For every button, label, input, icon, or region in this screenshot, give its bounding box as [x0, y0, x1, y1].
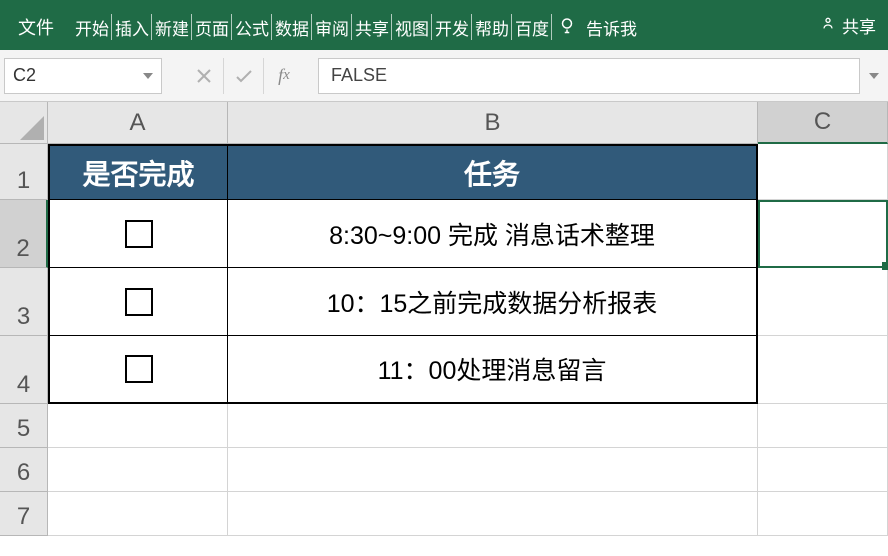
- col-header-c[interactable]: C: [758, 102, 888, 144]
- row-header-2[interactable]: 2: [0, 200, 48, 268]
- rows: 1 是否完成 任务 2 8:30~9:00 完成 消息话术整理 3 10：15之…: [0, 144, 888, 536]
- checkbox-icon[interactable]: [125, 220, 153, 248]
- share-button[interactable]: 共享: [820, 0, 876, 50]
- row-header-3[interactable]: 3: [0, 268, 48, 336]
- tab-new[interactable]: 新建: [152, 4, 192, 50]
- tab-insert[interactable]: 插入: [112, 4, 152, 50]
- row-5: 5: [0, 404, 888, 448]
- share-label: 共享: [842, 13, 876, 38]
- fx-controls: fx: [184, 58, 304, 94]
- cell-b3[interactable]: 10：15之前完成数据分析报表: [228, 268, 758, 336]
- tab-review[interactable]: 审阅: [312, 4, 352, 50]
- tab-formula[interactable]: 公式: [232, 4, 272, 50]
- cell-c1[interactable]: [758, 144, 888, 200]
- sheet: A B C 1 是否完成 任务 2 8:30~9:00 完成 消息话术整理 3: [0, 102, 888, 556]
- name-box-value: C2: [13, 65, 36, 86]
- formula-value: FALSE: [331, 65, 387, 86]
- tab-view[interactable]: 视图: [392, 4, 432, 50]
- fx-button[interactable]: fx: [264, 58, 304, 94]
- formula-input[interactable]: FALSE: [318, 58, 860, 94]
- row-header-4[interactable]: 4: [0, 336, 48, 404]
- cell-a5[interactable]: [48, 404, 228, 448]
- col-header-a[interactable]: A: [48, 102, 228, 144]
- name-box[interactable]: C2: [4, 58, 162, 94]
- row-4: 4 11：00处理消息留言: [0, 336, 888, 404]
- column-headers: A B C: [0, 102, 888, 144]
- row-header-7[interactable]: 7: [0, 492, 48, 536]
- tab-data[interactable]: 数据: [272, 4, 312, 50]
- cell-b7[interactable]: [228, 492, 758, 536]
- cell-a6[interactable]: [48, 448, 228, 492]
- cell-b2[interactable]: 8:30~9:00 完成 消息话术整理: [228, 200, 758, 268]
- cell-c3[interactable]: [758, 268, 888, 336]
- cell-a1[interactable]: 是否完成: [48, 144, 228, 200]
- cell-a3[interactable]: [48, 268, 228, 336]
- cell-c6[interactable]: [758, 448, 888, 492]
- tab-page[interactable]: 页面: [192, 4, 232, 50]
- cell-b5[interactable]: [228, 404, 758, 448]
- cell-c4[interactable]: [758, 336, 888, 404]
- cancel-button[interactable]: [184, 58, 224, 94]
- tab-share[interactable]: 共享: [352, 4, 392, 50]
- cell-c7[interactable]: [758, 492, 888, 536]
- tab-help[interactable]: 帮助: [472, 4, 512, 50]
- tab-home[interactable]: 开始: [72, 4, 112, 50]
- row-1: 1 是否完成 任务: [0, 144, 888, 200]
- enter-button[interactable]: [224, 58, 264, 94]
- cell-a2[interactable]: [48, 200, 228, 268]
- cell-c2[interactable]: [758, 200, 888, 268]
- cell-b6[interactable]: [228, 448, 758, 492]
- checkbox-icon[interactable]: [125, 355, 153, 383]
- checkbox-icon[interactable]: [125, 288, 153, 316]
- tell-me[interactable]: 告诉我: [558, 15, 637, 40]
- row-3: 3 10：15之前完成数据分析报表: [0, 268, 888, 336]
- row-header-1[interactable]: 1: [0, 144, 48, 200]
- ribbon-tabs: 文件 开始 插入 新建 页面 公式 数据 审阅 共享 视图 开发 帮助 百度 告…: [0, 4, 637, 50]
- row-header-5[interactable]: 5: [0, 404, 48, 448]
- row-2: 2 8:30~9:00 完成 消息话术整理: [0, 200, 888, 268]
- cell-c5[interactable]: [758, 404, 888, 448]
- tab-baidu[interactable]: 百度: [512, 4, 552, 50]
- formula-bar: C2 fx FALSE: [0, 50, 888, 102]
- row-6: 6: [0, 448, 888, 492]
- formula-expand[interactable]: [866, 64, 882, 88]
- bulb-icon: [558, 16, 576, 39]
- cell-b1[interactable]: 任务: [228, 144, 758, 200]
- tell-me-label: 告诉我: [586, 15, 637, 40]
- tab-file[interactable]: 文件: [0, 4, 72, 50]
- cell-a7[interactable]: [48, 492, 228, 536]
- row-7: 7: [0, 492, 888, 536]
- cell-b4[interactable]: 11：00处理消息留言: [228, 336, 758, 404]
- ribbon: 文件 开始 插入 新建 页面 公式 数据 审阅 共享 视图 开发 帮助 百度 告…: [0, 0, 888, 50]
- cell-a4[interactable]: [48, 336, 228, 404]
- select-all-corner[interactable]: [0, 102, 48, 144]
- tab-dev[interactable]: 开发: [432, 4, 472, 50]
- col-header-b[interactable]: B: [228, 102, 758, 144]
- name-box-dropdown[interactable]: [135, 59, 161, 93]
- share-icon: [820, 15, 836, 36]
- row-header-6[interactable]: 6: [0, 448, 48, 492]
